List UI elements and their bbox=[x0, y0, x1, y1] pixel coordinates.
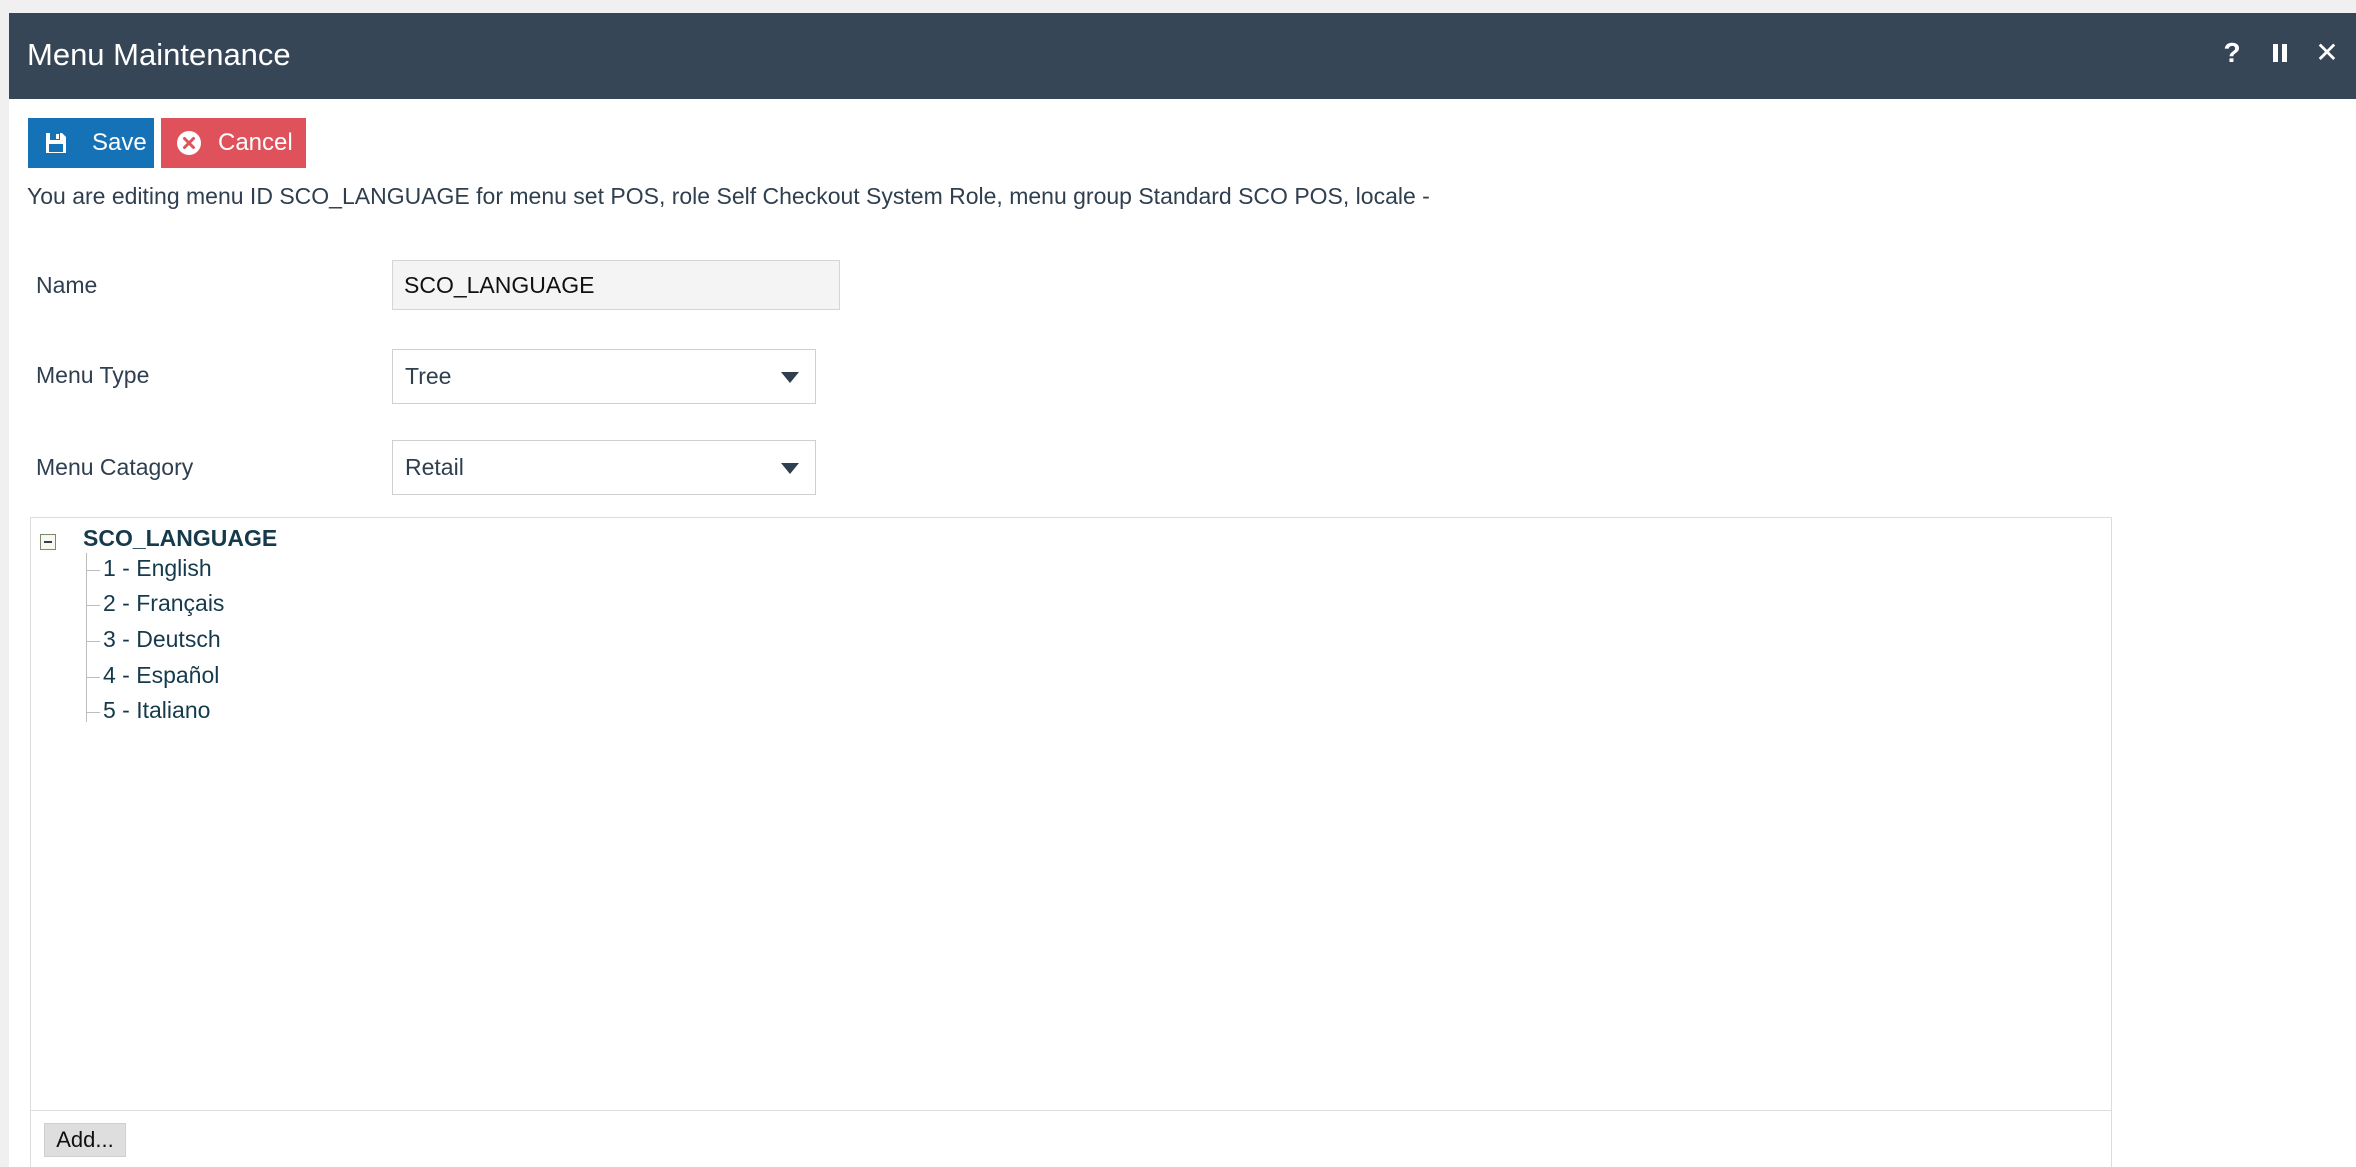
chevron-down-icon bbox=[781, 463, 799, 474]
menu-category-label: Menu Catagory bbox=[36, 454, 194, 480]
editing-info-text: You are editing menu ID SCO_LANGUAGE for… bbox=[27, 183, 1430, 209]
pause-icon[interactable] bbox=[2262, 35, 2298, 71]
floppy-disk-icon bbox=[46, 133, 66, 153]
tree-connector bbox=[86, 641, 100, 642]
tree-footer: Add... bbox=[31, 1110, 2111, 1167]
menu-category-value: Retail bbox=[405, 454, 464, 480]
cancel-button[interactable]: Cancel bbox=[161, 118, 306, 168]
name-label: Name bbox=[36, 272, 98, 298]
menu-tree-panel: SCO_LANGUAGE 1 - English 2 - Français 3 … bbox=[30, 517, 2112, 1167]
menu-type-label: Menu Type bbox=[36, 362, 150, 388]
tree-item-label: 4 - Español bbox=[103, 662, 220, 688]
tree-item-label: 1 - English bbox=[103, 555, 212, 581]
tree-item-label: 3 - Deutsch bbox=[103, 626, 221, 652]
tree-item-label: 2 - Français bbox=[103, 590, 225, 616]
cancel-circle-icon bbox=[177, 131, 201, 155]
menu-maintenance-window: Menu Maintenance ? ✕ Save Cancel You are… bbox=[9, 13, 2356, 1167]
add-button[interactable]: Add... bbox=[44, 1123, 126, 1157]
title-bar: Menu Maintenance ? ✕ bbox=[9, 13, 2356, 99]
tree-connector bbox=[86, 605, 100, 606]
tree-connector bbox=[86, 553, 87, 722]
window-title: Menu Maintenance bbox=[27, 37, 291, 72]
tree-item-label: 5 - Italiano bbox=[103, 697, 211, 723]
help-icon[interactable]: ? bbox=[2214, 35, 2250, 71]
menu-type-value: Tree bbox=[405, 363, 452, 389]
name-input[interactable] bbox=[392, 260, 840, 310]
menu-type-select[interactable]: Tree bbox=[392, 349, 816, 404]
tree-connector bbox=[86, 570, 100, 571]
tree-connector bbox=[86, 677, 100, 678]
chevron-down-icon bbox=[781, 372, 799, 383]
cancel-label: Cancel bbox=[218, 129, 293, 156]
save-button[interactable]: Save bbox=[28, 118, 154, 168]
tree-connector bbox=[86, 712, 100, 713]
tree-root-node[interactable]: SCO_LANGUAGE bbox=[83, 525, 277, 552]
close-icon[interactable]: ✕ bbox=[2309, 35, 2345, 71]
menu-category-select[interactable]: Retail bbox=[392, 440, 816, 495]
collapse-icon[interactable] bbox=[40, 534, 56, 550]
save-label: Save bbox=[92, 129, 147, 156]
